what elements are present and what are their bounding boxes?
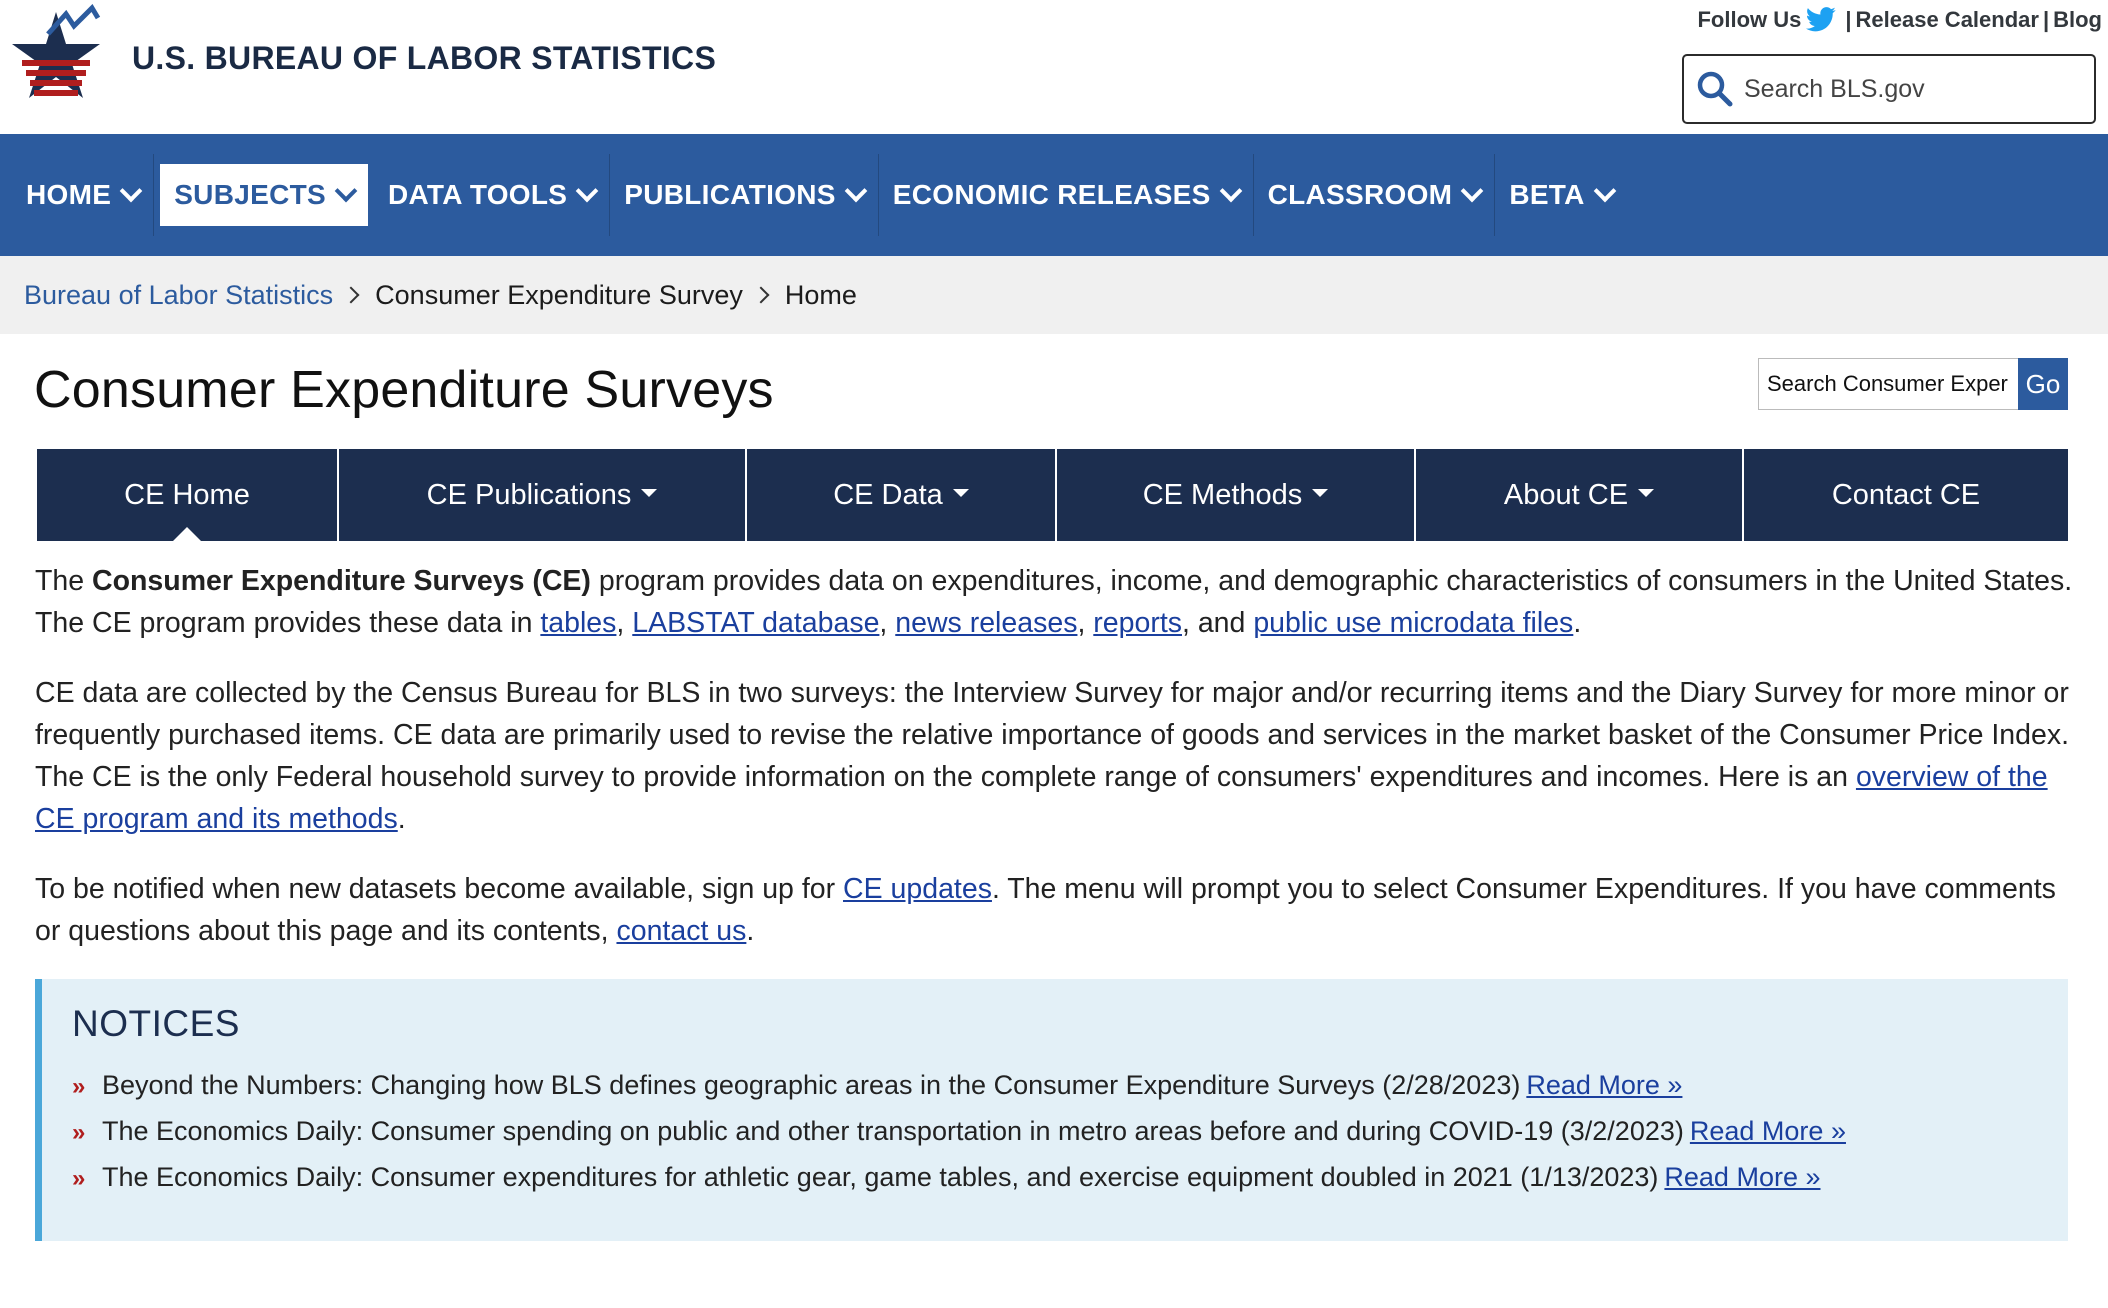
caret-down-icon — [1638, 489, 1655, 497]
text: , and — [1182, 607, 1254, 639]
chevron-down-icon — [334, 179, 358, 203]
nav-home[interactable]: HOME — [12, 154, 155, 236]
double-chevron-icon: » — [72, 1073, 86, 1100]
nav-classroom[interactable]: CLASSROOM — [1254, 154, 1496, 236]
notice-item: » Beyond the Numbers: Changing how BLS d… — [72, 1063, 2068, 1109]
nav-economic-releases-label: ECONOMIC RELEASES — [892, 179, 1211, 210]
site-search-input[interactable] — [1744, 74, 2074, 104]
notice-item: » The Economics Daily: Consumer spending… — [72, 1109, 2068, 1155]
chevron-down-icon — [119, 179, 143, 203]
breadcrumb-current: Home — [784, 279, 857, 310]
double-chevron-icon: » — [72, 1119, 86, 1146]
site-search-box[interactable] — [1682, 54, 2096, 124]
tab-ce-data-label: CE Data — [833, 478, 943, 511]
main-content: The Consumer Expenditure Surveys (CE) pr… — [35, 560, 2075, 980]
notice-text: Beyond the Numbers: Changing how BLS def… — [102, 1070, 1521, 1100]
notices-heading: NOTICES — [72, 1003, 240, 1044]
nav-subjects-label: SUBJECTS — [174, 179, 326, 210]
tab-ce-publications[interactable]: CE Publications — [339, 449, 747, 541]
caret-down-icon — [952, 489, 969, 497]
tables-link[interactable]: tables — [540, 607, 616, 639]
main-navigation: HOME SUBJECTS DATA TOOLS PUBLICATIONS EC… — [0, 134, 2108, 256]
chevron-down-icon — [1460, 179, 1484, 203]
text: The — [35, 565, 93, 597]
ce-tab-bar: CE Home CE Publications CE Data CE Metho… — [37, 449, 2068, 541]
bls-star-logo[interactable] — [8, 4, 104, 112]
microdata-link[interactable]: public use microdata files — [1253, 607, 1573, 639]
text: To be notified when new datasets become … — [35, 873, 844, 905]
nav-classroom-label: CLASSROOM — [1267, 179, 1453, 210]
text: CE data are collected by the Census Bure… — [35, 677, 2069, 793]
nav-publications[interactable]: PUBLICATIONS — [610, 154, 879, 236]
tab-ce-home-label: CE Home — [124, 478, 250, 511]
nav-economic-releases[interactable]: ECONOMIC RELEASES — [879, 154, 1254, 236]
text: , — [879, 607, 896, 639]
tab-about-ce-label: About CE — [1503, 478, 1629, 511]
chevron-down-icon — [1593, 179, 1616, 203]
labstat-link[interactable]: LABSTAT database — [632, 607, 879, 639]
chevron-right-icon — [752, 286, 770, 304]
nav-data-tools[interactable]: DATA TOOLS — [374, 154, 611, 236]
chevron-down-icon — [575, 179, 599, 203]
tab-contact-ce-label: Contact CE — [1831, 478, 1981, 511]
text: . — [1573, 607, 1582, 639]
tab-about-ce[interactable]: About CE — [1416, 449, 1744, 541]
tab-ce-data[interactable]: CE Data — [747, 449, 1057, 541]
tab-ce-methods-label: CE Methods — [1142, 478, 1303, 511]
tab-ce-publications-label: CE Publications — [426, 478, 632, 511]
ce-search-form: Go — [1758, 358, 2068, 410]
breadcrumb-ce-survey: Consumer Expenditure Survey — [375, 279, 743, 310]
collection-paragraph: CE data are collected by the Census Bure… — [35, 672, 2075, 840]
tab-ce-home[interactable]: CE Home — [37, 449, 339, 541]
intro-paragraph: The Consumer Expenditure Surveys (CE) pr… — [35, 560, 2075, 644]
breadcrumb-bls-link[interactable]: Bureau of Labor Statistics — [24, 280, 333, 311]
nav-beta[interactable]: BETA — [1495, 154, 1626, 236]
nav-subjects[interactable]: SUBJECTS — [160, 164, 368, 226]
chevron-down-icon — [1219, 179, 1242, 203]
notice-text: The Economics Daily: Consumer expenditur… — [102, 1162, 1659, 1192]
notices-panel: NOTICES » Beyond the Numbers: Changing h… — [35, 979, 2068, 1241]
text: . — [746, 915, 755, 947]
chevron-right-icon — [342, 286, 360, 304]
ce-updates-link[interactable]: CE updates — [843, 873, 992, 905]
read-more-link[interactable]: Read More » — [1690, 1116, 1846, 1146]
ce-search-input[interactable] — [1758, 358, 2018, 410]
go-button[interactable]: Go — [2018, 358, 2068, 410]
follow-us-label: Follow Us — [1697, 7, 1802, 32]
nav-publications-label: PUBLICATIONS — [624, 179, 836, 210]
site-header: U.S. BUREAU OF LABOR STATISTICS Follow U… — [0, 0, 2108, 134]
text: , — [1077, 607, 1094, 639]
read-more-link[interactable]: Read More » — [1526, 1070, 1682, 1100]
read-more-link[interactable]: Read More » — [1664, 1162, 1820, 1192]
breadcrumb: Bureau of Labor Statistics Consumer Expe… — [0, 256, 2108, 334]
news-releases-link[interactable]: news releases — [895, 607, 1077, 639]
twitter-icon[interactable] — [1805, 6, 1837, 34]
program-name: Consumer Expenditure Surveys (CE) — [92, 565, 591, 597]
search-icon[interactable] — [1696, 70, 1734, 108]
double-chevron-icon: » — [72, 1165, 86, 1192]
text: , — [616, 607, 633, 639]
agency-name[interactable]: U.S. BUREAU OF LABOR STATISTICS — [132, 40, 716, 77]
notice-text: The Economics Daily: Consumer spending o… — [102, 1116, 1684, 1146]
nav-beta-label: BETA — [1509, 179, 1585, 210]
utility-links: Follow Us | Release Calendar | Blog — [1697, 6, 2102, 34]
nav-data-tools-label: DATA TOOLS — [387, 179, 568, 210]
chevron-down-icon — [844, 179, 868, 203]
reports-link[interactable]: reports — [1093, 607, 1182, 639]
contact-us-link[interactable]: contact us — [616, 915, 746, 947]
caret-down-icon — [1312, 489, 1329, 497]
tab-ce-methods[interactable]: CE Methods — [1057, 449, 1416, 541]
page-title: Consumer Expenditure Surveys — [34, 361, 774, 419]
nav-home-label: HOME — [26, 179, 112, 210]
separator: | — [2042, 7, 2050, 32]
release-calendar-link[interactable]: Release Calendar — [1856, 7, 2039, 33]
separator: | — [1845, 7, 1852, 32]
blog-link[interactable]: Blog — [2053, 7, 2102, 33]
notice-item: » The Economics Daily: Consumer expendit… — [72, 1155, 2068, 1201]
tab-contact-ce[interactable]: Contact CE — [1744, 449, 2068, 541]
caret-down-icon — [641, 489, 658, 497]
notify-paragraph: To be notified when new datasets become … — [35, 868, 2075, 952]
text: . — [397, 803, 406, 835]
